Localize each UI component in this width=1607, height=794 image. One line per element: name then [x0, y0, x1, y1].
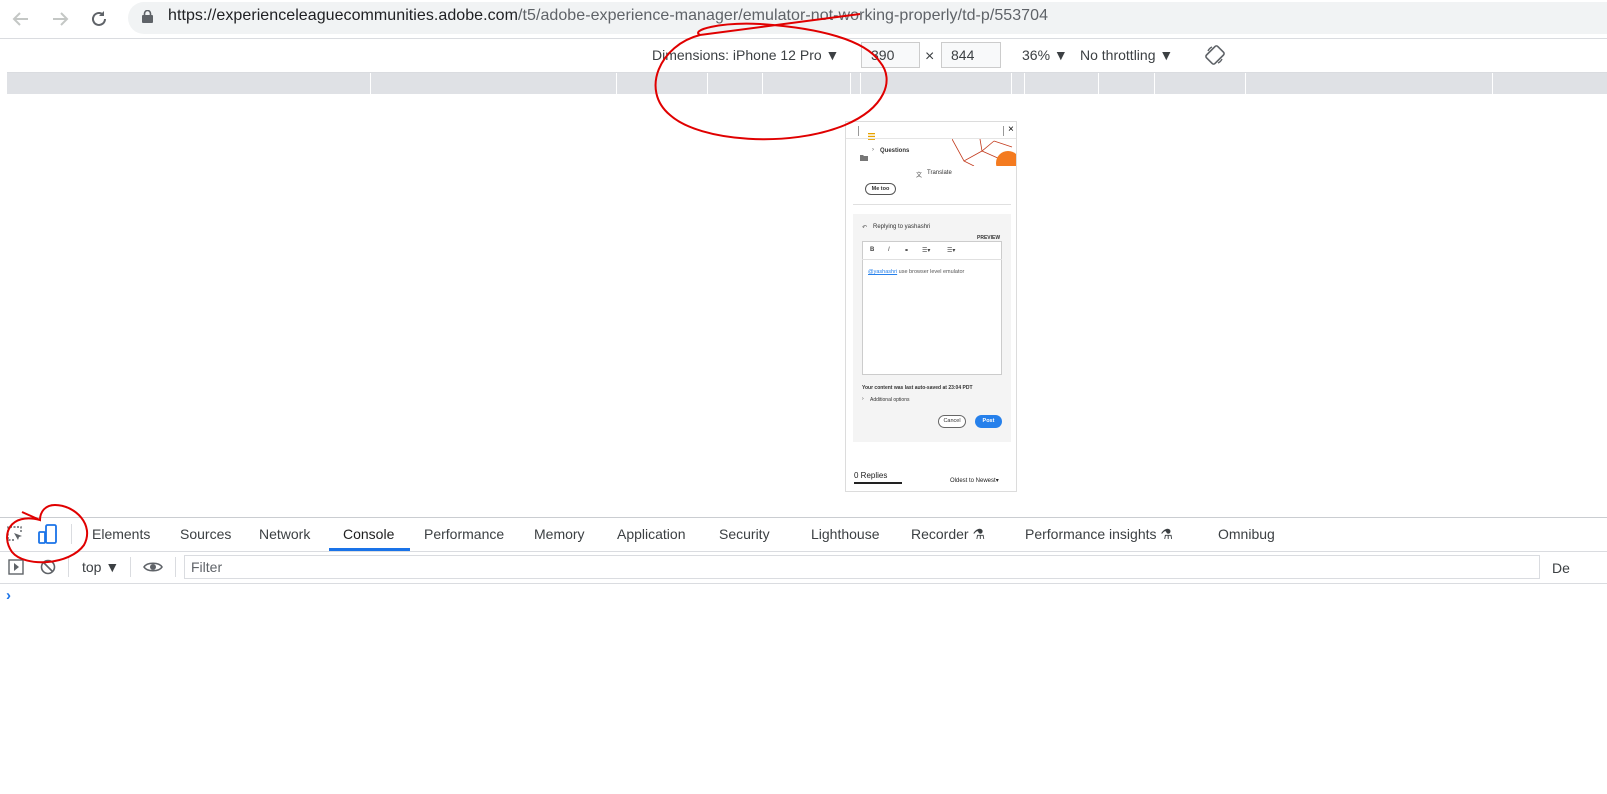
annotation-circle-dimensions: [654, 13, 888, 141]
annotation-overlay: [6, 13, 888, 564]
annotation-circle-device-toggle: [6, 503, 89, 564]
